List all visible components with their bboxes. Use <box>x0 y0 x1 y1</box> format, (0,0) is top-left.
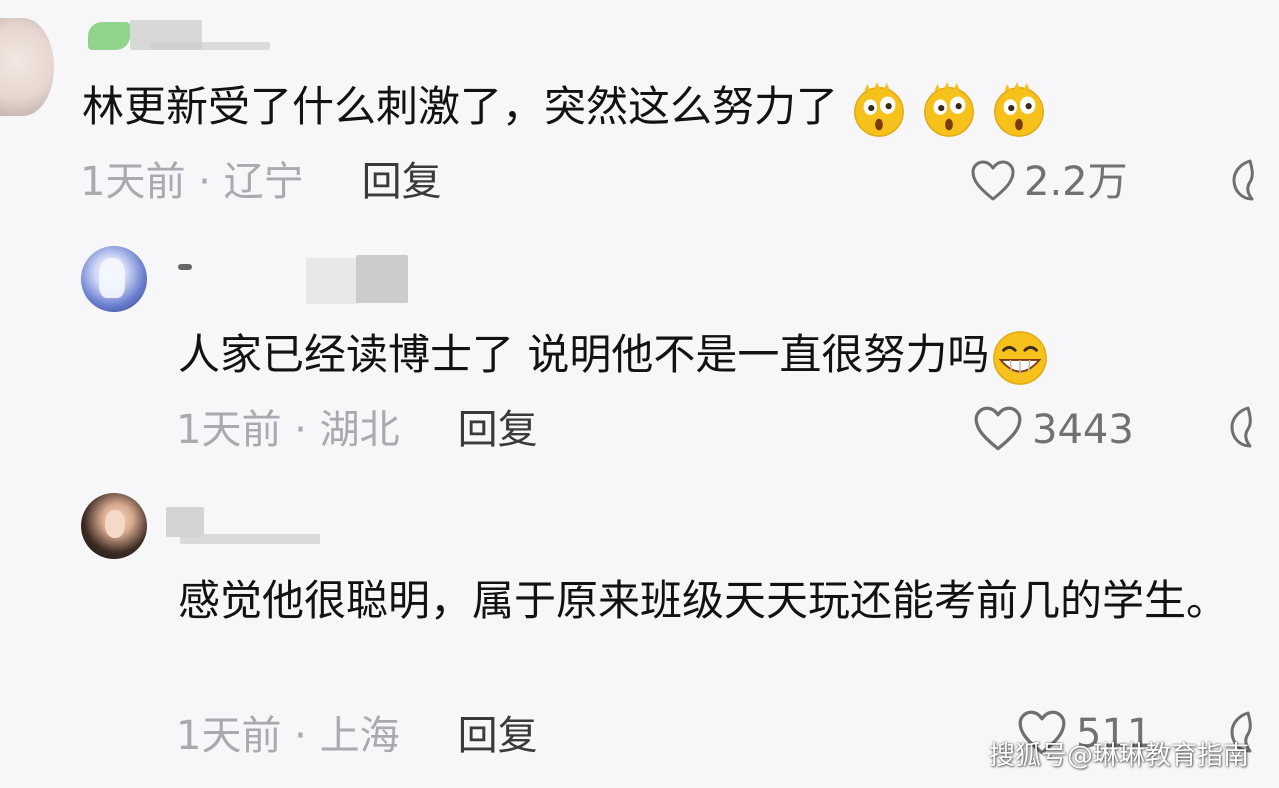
dislike-icon[interactable] <box>1228 158 1264 202</box>
comment-body: 人家已经读博士了 说明他不是一直很努力吗 <box>178 330 990 379</box>
surprised-face-emoji <box>854 81 904 137</box>
surprised-face-emoji <box>924 81 974 137</box>
username-blurred[interactable] <box>88 22 130 50</box>
username-blurred <box>150 42 270 50</box>
grinning-face-emoji <box>993 330 1048 385</box>
time-location: 1天前 · 上海 <box>176 713 400 759</box>
comment-body: 感觉他很聪明，属于原来班级天天玩还能考前几的学生。 <box>178 576 1229 625</box>
comment-text: 人家已经读博士了 说明他不是一直很努力吗 <box>178 327 1049 387</box>
username-blurred <box>180 534 320 544</box>
comment-meta: 1天前 · 上海 回复 <box>176 712 538 760</box>
comment-text: 林更新受了什么刺激了，突然这么努力了 <box>82 79 1048 139</box>
reply-button[interactable]: 回复 <box>458 407 538 453</box>
comment-meta: 1天前 · 辽宁 回复 <box>80 158 442 206</box>
like-count: 3443 <box>1032 407 1134 453</box>
dislike-icon[interactable] <box>1226 405 1262 449</box>
watermark: 搜狐号@琳琳教育指南 <box>988 741 1249 771</box>
comment-body: 林更新受了什么刺激了，突然这么努力了 <box>82 82 839 131</box>
username-blurred[interactable] <box>166 507 204 537</box>
avatar[interactable] <box>81 246 147 312</box>
surprised-face-emoji <box>994 81 1044 137</box>
time-location: 1天前 · 湖北 <box>176 407 400 453</box>
like-button[interactable]: 3443 <box>972 406 1134 456</box>
reply-button[interactable]: 回复 <box>458 713 538 759</box>
like-button[interactable]: 2.2万 <box>970 158 1128 206</box>
comment-text: 感觉他很聪明，属于原来班级天天玩还能考前几的学生。 <box>178 571 1258 631</box>
username-blurred[interactable] <box>306 258 358 304</box>
username-blurred[interactable] <box>356 255 408 303</box>
comment-meta: 1天前 · 湖北 回复 <box>176 406 538 454</box>
avatar[interactable] <box>0 18 54 116</box>
reply-button[interactable]: 回复 <box>362 159 442 205</box>
heart-icon <box>971 160 1015 201</box>
like-count: 2.2万 <box>1024 159 1128 205</box>
time-location: 1天前 · 辽宁 <box>80 159 304 205</box>
username-blurred <box>178 264 192 270</box>
avatar[interactable] <box>81 493 147 559</box>
heart-icon <box>974 406 1022 451</box>
